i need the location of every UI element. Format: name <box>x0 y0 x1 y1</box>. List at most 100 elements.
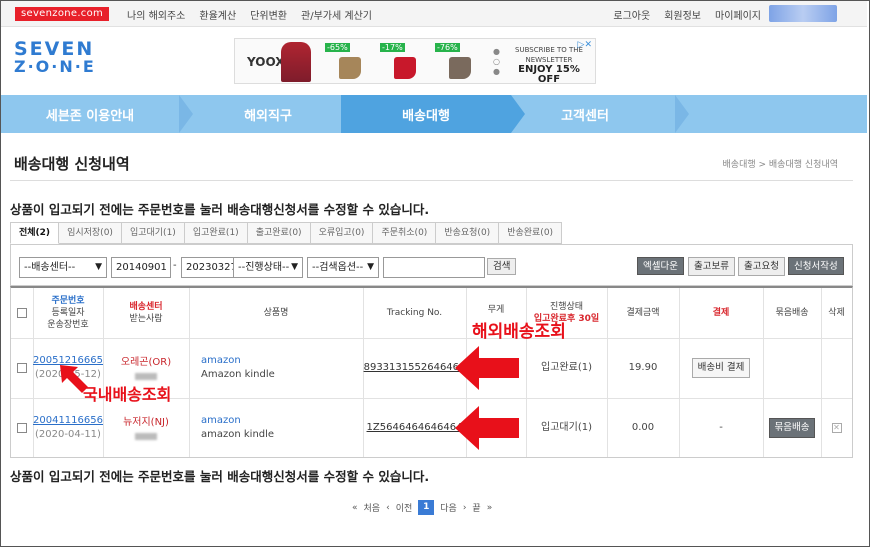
top-link-exchange[interactable]: 환율계산 <box>199 7 236 22</box>
user-name-blurred <box>769 5 837 22</box>
tab-waiting[interactable]: 입고대기(1) <box>121 222 185 244</box>
next-page-link[interactable]: 다음 <box>440 501 457 514</box>
product-name: Amazon kindle <box>201 369 275 380</box>
search-button[interactable]: 검색 <box>487 258 517 275</box>
header-pay: 결제 <box>679 288 763 338</box>
product-cell: amazon amazon kindle <box>189 398 363 458</box>
header-order-no[interactable]: 주문번호 <box>51 295 84 307</box>
tab-all[interactable]: 전체(2) <box>10 222 60 244</box>
divider <box>10 180 853 181</box>
ad-product: -17% <box>380 43 430 81</box>
tracking-cell: 1Z5646464646464 <box>363 398 466 458</box>
tab-return-done[interactable]: 반송완료(0) <box>499 222 563 244</box>
nav-guide[interactable]: 세븐존 이용안내 <box>1 95 179 133</box>
nav-shipping-agent[interactable]: 배송대행 <box>341 95 511 133</box>
first-page-link[interactable]: 처음 <box>364 501 381 514</box>
notice-text: 상품이 입고되기 전에는 주문번호를 눌러 배송대행신청서를 수정할 수 있습니… <box>10 202 430 217</box>
pay-cell: - <box>719 422 723 433</box>
request-shipping-button[interactable]: 출고요청 <box>738 257 785 276</box>
select-all-checkbox[interactable] <box>17 308 27 318</box>
top-link-unit[interactable]: 단위변환 <box>250 7 287 22</box>
breadcrumb: 배송대행 > 배송대행 신청내역 <box>722 160 838 170</box>
nav-direct-buy[interactable]: 해외직구 <box>193 95 343 133</box>
ad-model-image <box>281 42 311 82</box>
header-recipient: 받는사람 <box>129 314 163 324</box>
filter-bar: --배송센터-- ▼ 20140901 - 20230327 --진행상태-- ▼ … <box>10 244 853 286</box>
ad-close-icon[interactable]: ▷✕ <box>578 40 592 50</box>
tab-cancel[interactable]: 주문취소(0) <box>373 222 437 244</box>
status-select[interactable]: --진행상태-- ▼ <box>233 257 303 278</box>
ad-brand: YOOX <box>247 55 285 69</box>
center-name: 뉴저지(NJ) <box>123 417 169 428</box>
ad-offer: ENJOY 15% OFF <box>518 64 580 85</box>
notice-text: 상품이 입고되기 전에는 주문번호를 눌러 배송대행신청서를 수정할 수 있습니… <box>10 469 430 484</box>
logout-link[interactable]: 로그아웃 <box>613 7 650 22</box>
hold-shipping-button[interactable]: 출고보류 <box>688 257 735 276</box>
header-date: 등록일자 <box>51 308 85 318</box>
orders-table: 주문번호 등록일자 운송장번호 배송센터 받는사람 상품명 Tracking N… <box>10 286 853 458</box>
ad-radio-dots: ● ○ ● <box>493 47 500 76</box>
status-cell: 입고완료(1) <box>541 362 592 373</box>
header-status-name: 진행상태 <box>549 302 584 312</box>
product-brand[interactable]: amazon <box>201 414 241 428</box>
row-checkbox[interactable] <box>17 363 27 373</box>
center-select[interactable]: --배송센터-- ▼ <box>19 257 107 278</box>
order-number-link[interactable]: 20041116656 <box>33 414 103 428</box>
top-link-tax[interactable]: 관/부가세 계산기 <box>301 7 372 22</box>
arrow-left-icon <box>455 346 519 390</box>
ad-banner[interactable]: YOOX -65% -17% -76% ● ○ ● SUBSCRIBE TO THE… <box>234 38 596 85</box>
header-waybill: 운송장번호 <box>47 320 89 330</box>
excel-download-button[interactable]: 엑셀다운 <box>637 257 684 275</box>
tab-error[interactable]: 오류입고(0) <box>310 222 374 244</box>
date-from-input[interactable]: 20140901 <box>111 257 171 278</box>
prev-page-link[interactable]: 이전 <box>396 501 413 514</box>
last-page-link[interactable]: 끝 <box>472 501 480 514</box>
date-to-input[interactable]: 20230327 <box>181 257 241 278</box>
chevron-down-icon: ▼ <box>367 262 374 272</box>
top-link-address[interactable]: 나의 해외주소 <box>127 7 185 22</box>
write-application-button[interactable]: 신청서작성 <box>788 257 844 275</box>
next-page-icon[interactable]: › <box>463 503 467 513</box>
pay-cell: 배송비 결제 <box>679 338 763 398</box>
ad-product: -76% <box>435 43 485 81</box>
header-order: 주문번호 등록일자 운송장번호 <box>33 288 103 338</box>
logo-line-2: Z·O·N·E <box>14 57 96 76</box>
consolidate-button[interactable]: 묶음배송 <box>768 418 816 438</box>
first-page-icon[interactable]: « <box>352 503 358 513</box>
top-bar: sevenzone.com 나의 해외주소 환율계산 단위변환 관/부가세 계산… <box>1 1 867 27</box>
nav-customer-center[interactable]: 고객센터 <box>525 95 645 133</box>
current-page[interactable]: 1 <box>418 500 435 515</box>
prev-page-icon[interactable]: ‹ <box>386 503 390 513</box>
product-brand[interactable]: amazon <box>201 354 241 368</box>
status-select-value: --진행상태-- <box>238 262 290 273</box>
overseas-tracking-annotation: 해외배송조회 <box>472 322 566 342</box>
header-product: 상품명 <box>263 308 289 318</box>
user-links: 로그아웃 회원정보 마이페이지 <box>613 7 761 22</box>
boot-image <box>449 57 471 79</box>
pay-shipping-button[interactable]: 배송비 결제 <box>691 358 751 378</box>
tracking-link[interactable]: 8933131552646464 <box>364 361 466 375</box>
row-checkbox[interactable] <box>17 423 27 433</box>
header-consolidate: 묶음배송 <box>775 308 809 318</box>
chevron-down-icon: ▼ <box>95 262 102 272</box>
header-amount: 결제금액 <box>626 308 660 318</box>
main-nav: 세븐존 이용안내 해외직구 배송대행 고객센터 <box>1 95 867 133</box>
chevron-down-icon: ▼ <box>291 262 298 272</box>
last-page-icon[interactable]: » <box>487 503 493 513</box>
site-badge[interactable]: sevenzone.com <box>15 7 110 21</box>
tab-received[interactable]: 입고완료(1) <box>184 222 248 244</box>
tab-temp[interactable]: 임시저장(0) <box>59 222 122 244</box>
amount-cell: 0.00 <box>631 422 655 433</box>
search-option-select[interactable]: --검색옵션-- ▼ <box>307 257 379 278</box>
member-info-link[interactable]: 회원정보 <box>664 7 701 22</box>
tracking-link[interactable]: 1Z5646464646464 <box>367 421 463 435</box>
order-date: (2020-04-11) <box>35 429 101 440</box>
tab-return-request[interactable]: 반송요청(0) <box>436 222 500 244</box>
mypage-link[interactable]: 마이페이지 <box>715 7 761 22</box>
center-select-value: --배송센터-- <box>24 262 76 273</box>
tab-shipped[interactable]: 출고완료(0) <box>247 222 311 244</box>
delete-icon[interactable]: ✕ <box>831 423 842 433</box>
site-logo[interactable]: SEVEN Z·O·N·E <box>14 40 104 76</box>
search-input[interactable] <box>383 257 485 278</box>
product-name: amazon kindle <box>201 429 275 440</box>
